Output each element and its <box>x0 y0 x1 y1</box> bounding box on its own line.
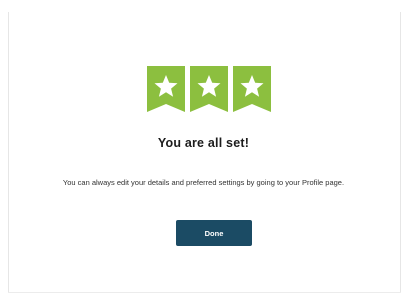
dialog-border-left <box>8 12 9 292</box>
badge-star-3 <box>233 66 271 112</box>
done-button[interactable]: Done <box>176 220 252 246</box>
star-icon <box>147 66 185 112</box>
badge-star-2 <box>190 66 228 112</box>
dialog-border-right <box>400 12 401 292</box>
dialog-border-bottom <box>8 292 401 293</box>
dialog-message: You can always edit your details and pre… <box>62 178 345 187</box>
achievement-badges <box>147 66 271 112</box>
completion-dialog: You are all set! You can always edit you… <box>0 0 407 297</box>
star-icon <box>233 66 271 112</box>
star-icon <box>190 66 228 112</box>
dialog-title: You are all set! <box>157 136 250 150</box>
badge-star-1 <box>147 66 185 112</box>
